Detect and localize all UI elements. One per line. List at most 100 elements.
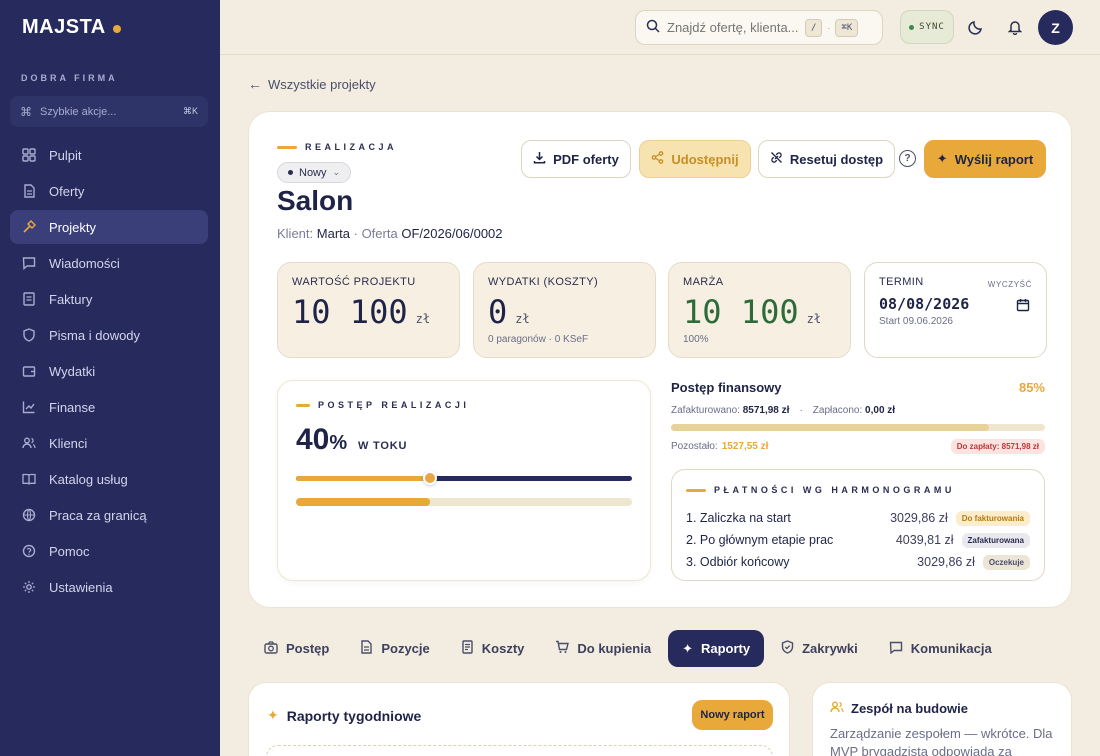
clear-date-button[interactable]: WYCZYŚĆ xyxy=(988,280,1032,289)
stat-label: WARTOŚĆ PROJEKTU xyxy=(292,276,416,288)
brand-logo[interactable]: MAJSTA xyxy=(22,16,121,39)
sidebar-nav: Pulpit Oferty Projekty Wiadomości Faktur… xyxy=(10,138,208,606)
quick-actions-placeholder: Szybkie akcje... xyxy=(40,105,117,118)
deadline-stat[interactable]: TERMIN WYCZYŚĆ 08/08/2026 Start 09.06.20… xyxy=(864,262,1047,358)
sidebar-item-faktury[interactable]: Faktury xyxy=(10,282,208,316)
reports-dropzone[interactable] xyxy=(266,745,773,756)
sidebar-item-praca-za-granica[interactable]: Praca za granicą xyxy=(10,498,208,532)
payment-status-badge: Zafakturowana xyxy=(961,532,1030,548)
tab-zakrywki[interactable]: Zakrywki xyxy=(767,630,872,667)
tab-koszty[interactable]: Koszty xyxy=(447,630,539,667)
sidebar-item-label: Pomoc xyxy=(49,543,90,559)
remaining-amount: 1527,55 zł xyxy=(721,441,769,452)
offer-number[interactable]: OF/2026/06/0002 xyxy=(401,226,502,241)
document-icon xyxy=(20,182,38,200)
project-tabs: Postęp Pozycje Koszty Do kupienia ✦ Rapor… xyxy=(250,630,1009,667)
remaining-label: Pozostało: xyxy=(671,441,718,452)
chart-icon xyxy=(20,398,38,416)
status-select[interactable]: Nowy ⌄ xyxy=(277,162,352,183)
sidebar-item-label: Finanse xyxy=(49,399,96,415)
share-label: Udostępnij xyxy=(671,151,739,167)
message-icon xyxy=(889,641,903,657)
paid-amount: 0,00 zł xyxy=(865,405,896,416)
sync-label: SYNC xyxy=(919,22,945,32)
progress-eyebrow: POSTĘP REALIZACJI xyxy=(296,400,469,410)
new-report-button[interactable]: Nowy raport xyxy=(692,700,773,730)
tab-label: Raporty xyxy=(700,641,751,656)
status-label: Nowy xyxy=(299,166,327,179)
project-value-stat: WARTOŚĆ PROJEKTU 10 100 zł xyxy=(277,262,460,358)
schedule-row[interactable]: 1. Zaliczka na start 3029,86 zł Do fakturo… xyxy=(686,507,1030,529)
stat-label: WYDATKI (KOSZTY) xyxy=(488,276,599,288)
stat-label: MARŻA xyxy=(683,276,724,288)
stat-sub: 100% xyxy=(683,334,709,345)
tab-do-kupienia[interactable]: Do kupienia xyxy=(541,630,665,667)
sidebar-item-pomoc[interactable]: Pomoc xyxy=(10,534,208,568)
tab-pozycje[interactable]: Pozycje xyxy=(346,630,443,667)
users-icon xyxy=(830,700,844,717)
shield-check-icon xyxy=(781,640,794,657)
margin-stat: MARŻA 10 100 zł 100% xyxy=(668,262,851,358)
sidebar-item-pulpit[interactable]: Pulpit xyxy=(10,138,208,172)
stat-currency: zł xyxy=(415,312,431,326)
financial-summary: Zafakturowano: 8571,98 zł · Zapłacono: 0… xyxy=(671,405,1045,416)
back-link[interactable]: ← Wszystkie projekty xyxy=(248,76,376,92)
tab-label: Zakrywki xyxy=(802,641,858,656)
tab-postep[interactable]: Postęp xyxy=(250,630,343,667)
due-badge: Do zapłaty: 8571,98 zł xyxy=(950,439,1045,454)
sidebar-item-klienci[interactable]: Klienci xyxy=(10,426,208,460)
avatar[interactable]: Z xyxy=(1038,10,1073,45)
search-input[interactable] xyxy=(667,20,805,35)
slider-thumb[interactable] xyxy=(423,471,438,485)
send-report-button[interactable]: ✦ Wyślij raport xyxy=(924,140,1046,178)
help-icon[interactable]: ? xyxy=(899,150,916,167)
brand-name: MAJSTA xyxy=(22,16,106,38)
client-label: Klient: xyxy=(277,226,314,241)
cart-icon xyxy=(555,640,570,657)
page-title: Salon xyxy=(277,185,354,216)
eyebrow-bar xyxy=(686,488,706,492)
calendar-icon[interactable] xyxy=(1016,298,1030,315)
pdf-offer-button[interactable]: PDF oferty xyxy=(521,140,631,178)
share-button[interactable]: Udostępnij xyxy=(639,140,751,178)
org-name: DOBRA FIRMA xyxy=(21,73,118,83)
sync-status[interactable]: SYNC xyxy=(900,10,954,44)
project-card: REALIZACJA Nowy ⌄ Salon Klient: Marta · O… xyxy=(248,111,1072,608)
payment-schedule: PŁATNOŚCI WG HARMONOGRAMU 1. Zaliczka na… xyxy=(671,469,1045,581)
financial-bar-fill xyxy=(671,424,989,431)
tab-komunikacja[interactable]: Komunikacja xyxy=(875,630,1006,667)
client-name[interactable]: Marta xyxy=(317,226,350,241)
users-icon xyxy=(20,434,38,452)
wallet-icon xyxy=(20,362,38,380)
book-icon xyxy=(20,470,38,488)
sidebar-item-pisma[interactable]: Pisma i dowody xyxy=(10,318,208,352)
quick-actions[interactable]: ⌘ Szybkie akcje... ⌘K xyxy=(10,96,208,127)
sidebar-item-oferty[interactable]: Oferty xyxy=(10,174,208,208)
sidebar-item-label: Klienci xyxy=(49,435,88,451)
sidebar-item-label: Wydatki xyxy=(49,363,96,379)
sidebar-item-wiadomosci[interactable]: Wiadomości xyxy=(10,246,208,280)
team-panel: Zespół na budowie Zarządzanie zespołem —… xyxy=(812,682,1072,756)
sidebar-item-finanse[interactable]: Finanse xyxy=(10,390,208,424)
bell-icon[interactable] xyxy=(1005,17,1025,37)
tab-raporty[interactable]: ✦ Raporty xyxy=(668,630,765,667)
progress-slider[interactable] xyxy=(296,471,632,485)
sidebar-item-katalog[interactable]: Katalog usług xyxy=(10,462,208,496)
schedule-row[interactable]: 2. Po głównym etapie prac 4039,81 zł Zafak… xyxy=(686,529,1030,551)
status-dot xyxy=(288,170,293,175)
sidebar-item-wydatki[interactable]: Wydatki xyxy=(10,354,208,388)
stat-amount: 0 xyxy=(488,293,508,331)
moon-icon[interactable] xyxy=(966,17,986,37)
invoiced-label: Zafakturowano: xyxy=(671,405,740,416)
sidebar-item-projekty[interactable]: Projekty xyxy=(10,210,208,244)
download-icon xyxy=(533,151,546,167)
team-label: Zespół na budowie xyxy=(851,701,969,716)
progress-bar-fill xyxy=(296,498,431,506)
sidebar-item-ustawienia[interactable]: Ustawienia xyxy=(10,570,208,604)
search-box[interactable]: / · ⌘K xyxy=(635,10,883,45)
deadline-date[interactable]: 08/08/2026 xyxy=(879,295,1032,313)
reset-access-button[interactable]: Resetuj dostęp xyxy=(758,140,895,178)
sidebar-item-label: Projekty xyxy=(49,219,96,235)
schedule-row[interactable]: 3. Odbiór końcowy 3029,86 zł Oczekuje xyxy=(686,551,1030,573)
payment-status-badge: Do fakturowania xyxy=(955,510,1030,526)
